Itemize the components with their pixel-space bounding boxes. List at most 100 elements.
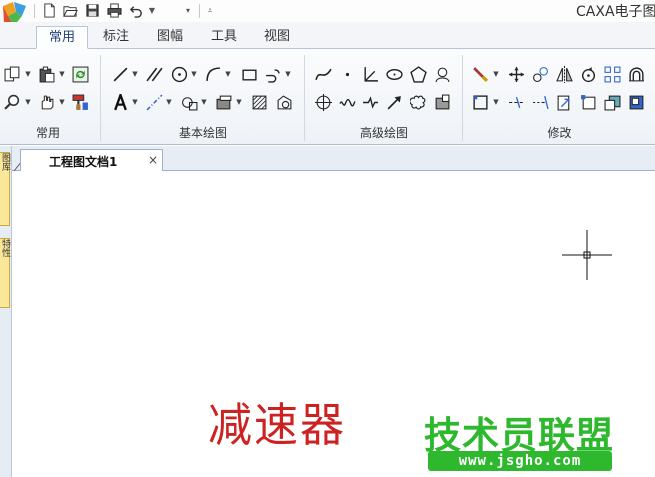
format-painter-icon[interactable]: [70, 92, 90, 112]
line-dropdown-icon[interactable]: ▼: [131, 64, 139, 84]
polygon-icon[interactable]: [408, 64, 428, 84]
point-icon[interactable]: [337, 64, 357, 84]
document-tab-label: 工程图文档1: [49, 155, 118, 169]
box-select-dropdown-icon[interactable]: ▼: [492, 92, 500, 112]
group-separator: [100, 55, 101, 141]
explode-icon[interactable]: [626, 92, 646, 112]
customize-icon[interactable]: ⩡: [205, 2, 215, 19]
app-title: CAXA电子图: [576, 4, 655, 20]
array-icon[interactable]: [602, 64, 622, 84]
block-dropdown-icon[interactable]: ▼: [200, 92, 208, 112]
break-line-icon[interactable]: [360, 92, 380, 112]
move-icon[interactable]: [506, 64, 526, 84]
redo-dropdown-icon[interactable]: ▾: [183, 2, 193, 19]
group-label-common: 常用: [35, 126, 60, 140]
block-icon[interactable]: [179, 92, 199, 112]
region-icon[interactable]: [274, 92, 294, 112]
ribbon-tab-bar: 常用 标注 图幅 工具 视图: [0, 22, 655, 49]
box-select-icon[interactable]: [470, 92, 490, 112]
drawn-text-entity[interactable]: 减速器: [208, 387, 346, 454]
extend-icon[interactable]: [530, 92, 550, 112]
pan-icon[interactable]: [36, 92, 56, 112]
polyline-dropdown-icon[interactable]: ▼: [284, 64, 292, 84]
tab-common[interactable]: 常用: [36, 26, 88, 49]
group-common: ▼ ▼ ▼ ▼ 常用: [0, 49, 100, 145]
group-modify: ▼ ▼ 修改: [464, 49, 655, 145]
tab-annotate[interactable]: 标注: [92, 26, 140, 49]
line-icon[interactable]: [110, 64, 130, 84]
rectangle-icon[interactable]: [239, 64, 259, 84]
circle-icon[interactable]: [169, 64, 189, 84]
undo-icon[interactable]: [127, 2, 145, 19]
tab-tools[interactable]: 工具: [200, 26, 248, 49]
scale-icon[interactable]: [554, 92, 574, 112]
copy-dropdown-icon[interactable]: ▼: [24, 64, 32, 84]
watermark-url: www.jsgho.com: [428, 451, 612, 471]
zoom-icon[interactable]: [2, 92, 22, 112]
side-tab-properties-label: 特性: [0, 239, 10, 257]
delete-dropdown-icon[interactable]: ▼: [492, 64, 500, 84]
insert-block-dropdown-icon[interactable]: ▼: [235, 92, 243, 112]
cloud-line-icon[interactable]: [408, 92, 428, 112]
group-basic-draw: ▼ ▼ ▼ ▼ ▼ ▼ ▼ ▼ 基本绘图: [102, 49, 304, 145]
center-mark-icon[interactable]: [313, 92, 333, 112]
tab-view[interactable]: 视图: [253, 26, 301, 49]
trim-icon[interactable]: [506, 92, 526, 112]
save-icon[interactable]: [83, 2, 101, 19]
left-side-panel: 图库 特性: [0, 146, 12, 477]
mirror-icon[interactable]: [554, 64, 574, 84]
group-separator: [304, 55, 305, 141]
crosshair-cursor-icon: [562, 230, 612, 280]
text-icon[interactable]: [110, 92, 130, 112]
qat-separator: [34, 4, 35, 18]
solid-fill-icon[interactable]: [432, 92, 452, 112]
refresh-icon[interactable]: [70, 64, 90, 84]
stretch-icon[interactable]: [578, 92, 598, 112]
group-label-basic-draw: 基本绘图: [178, 126, 227, 140]
side-tab-library[interactable]: 图库: [0, 152, 10, 226]
open-folder-icon[interactable]: [61, 2, 79, 19]
offset-icon[interactable]: [626, 64, 646, 84]
angle-line-icon[interactable]: [360, 64, 380, 84]
hatch-icon[interactable]: [249, 92, 269, 112]
ellipse-icon[interactable]: [384, 64, 404, 84]
polyline-icon[interactable]: [262, 64, 282, 84]
group-advanced-draw: 高级绘图: [306, 49, 462, 145]
pan-dropdown-icon[interactable]: ▼: [58, 92, 66, 112]
group-separator: [462, 55, 463, 141]
tab-sheet[interactable]: 图幅: [146, 26, 194, 49]
arc-icon[interactable]: [203, 64, 223, 84]
qat-separator: [199, 4, 200, 18]
paste-dropdown-icon[interactable]: ▼: [58, 64, 66, 84]
new-file-icon[interactable]: [40, 2, 58, 19]
centerline-icon[interactable]: [144, 92, 164, 112]
insert-block-icon[interactable]: [214, 92, 234, 112]
close-icon[interactable]: ×: [146, 153, 160, 167]
arc-dropdown-icon[interactable]: ▼: [224, 64, 232, 84]
circle-dropdown-icon[interactable]: ▼: [190, 64, 198, 84]
text-dropdown-icon[interactable]: ▼: [131, 92, 139, 112]
pattern-icon[interactable]: [432, 64, 452, 84]
group-label-advanced-draw: 高级绘图: [359, 126, 408, 140]
ribbon-panel: ▼ ▼ ▼ ▼ 常用 ▼ ▼ ▼ ▼ ▼ ▼ ▼ ▼ 基本绘图 高级绘图 ▼ ▼…: [0, 49, 655, 145]
wave-line-icon[interactable]: [337, 92, 357, 112]
copy-object-icon[interactable]: [530, 64, 550, 84]
side-tab-properties[interactable]: 特性: [0, 238, 10, 308]
arrow-icon[interactable]: [384, 92, 404, 112]
quick-access-toolbar: ▼ ▾ ⩡ CAXA电子图: [0, 0, 655, 26]
spline-icon[interactable]: [313, 64, 333, 84]
delete-icon[interactable]: [470, 64, 490, 84]
undo-dropdown-icon[interactable]: ▼: [147, 2, 157, 19]
copy-icon[interactable]: [2, 64, 22, 84]
centerline-dropdown-icon[interactable]: ▼: [165, 92, 173, 112]
side-tab-library-label: 图库: [0, 153, 10, 171]
chamfer-icon[interactable]: [602, 92, 622, 112]
parallel-line-icon[interactable]: [144, 64, 164, 84]
group-label-modify: 修改: [547, 126, 572, 140]
print-icon[interactable]: [105, 2, 123, 19]
rotate-icon[interactable]: [578, 64, 598, 84]
document-tab-strip: 工程图文档1 ×: [12, 146, 655, 172]
zoom-dropdown-icon[interactable]: ▼: [24, 92, 32, 112]
document-tab[interactable]: 工程图文档1 ×: [20, 149, 163, 172]
paste-icon[interactable]: [36, 64, 56, 84]
